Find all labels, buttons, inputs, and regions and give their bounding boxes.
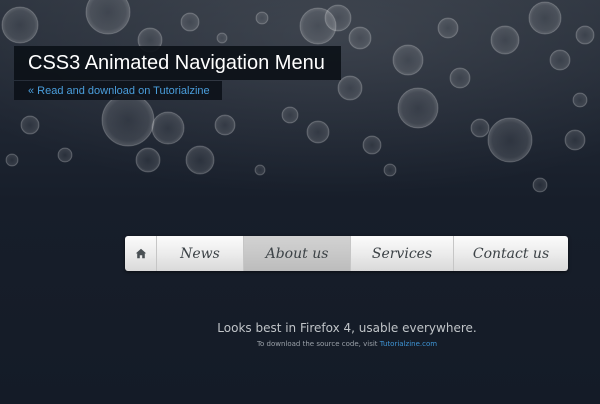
nav-item-contact-us[interactable]: Contact us bbox=[454, 236, 568, 271]
nav-item-label: About us bbox=[265, 245, 329, 262]
footer-download-note: To download the source code, visit Tutor… bbox=[0, 340, 600, 348]
nav-item-services[interactable]: Services bbox=[351, 236, 454, 271]
nav-item-home[interactable] bbox=[125, 236, 157, 271]
nav-item-about-us[interactable]: About us bbox=[244, 236, 351, 271]
nav-item-news[interactable]: News bbox=[157, 236, 244, 271]
home-icon bbox=[135, 248, 147, 259]
nav-item-label: Services bbox=[371, 245, 433, 262]
read-and-download-link[interactable]: « Read and download on Tutorialzine bbox=[28, 85, 210, 97]
page-title: CSS3 Animated Navigation Menu bbox=[28, 51, 325, 74]
footer-download-text: To download the source code, visit bbox=[256, 340, 378, 348]
main-navigation-menu: News About us Services Contact us bbox=[125, 236, 568, 271]
nav-item-label: News bbox=[180, 245, 220, 262]
footer-note: Looks best in Firefox 4, usable everywhe… bbox=[217, 321, 477, 335]
header-title-bar: CSS3 Animated Navigation Menu bbox=[14, 46, 341, 80]
header-subtitle-bar: « Read and download on Tutorialzine bbox=[14, 81, 222, 100]
tutorialzine-link[interactable]: Tutorialzine.com bbox=[380, 340, 437, 348]
nav-item-label: Contact us bbox=[472, 245, 550, 262]
